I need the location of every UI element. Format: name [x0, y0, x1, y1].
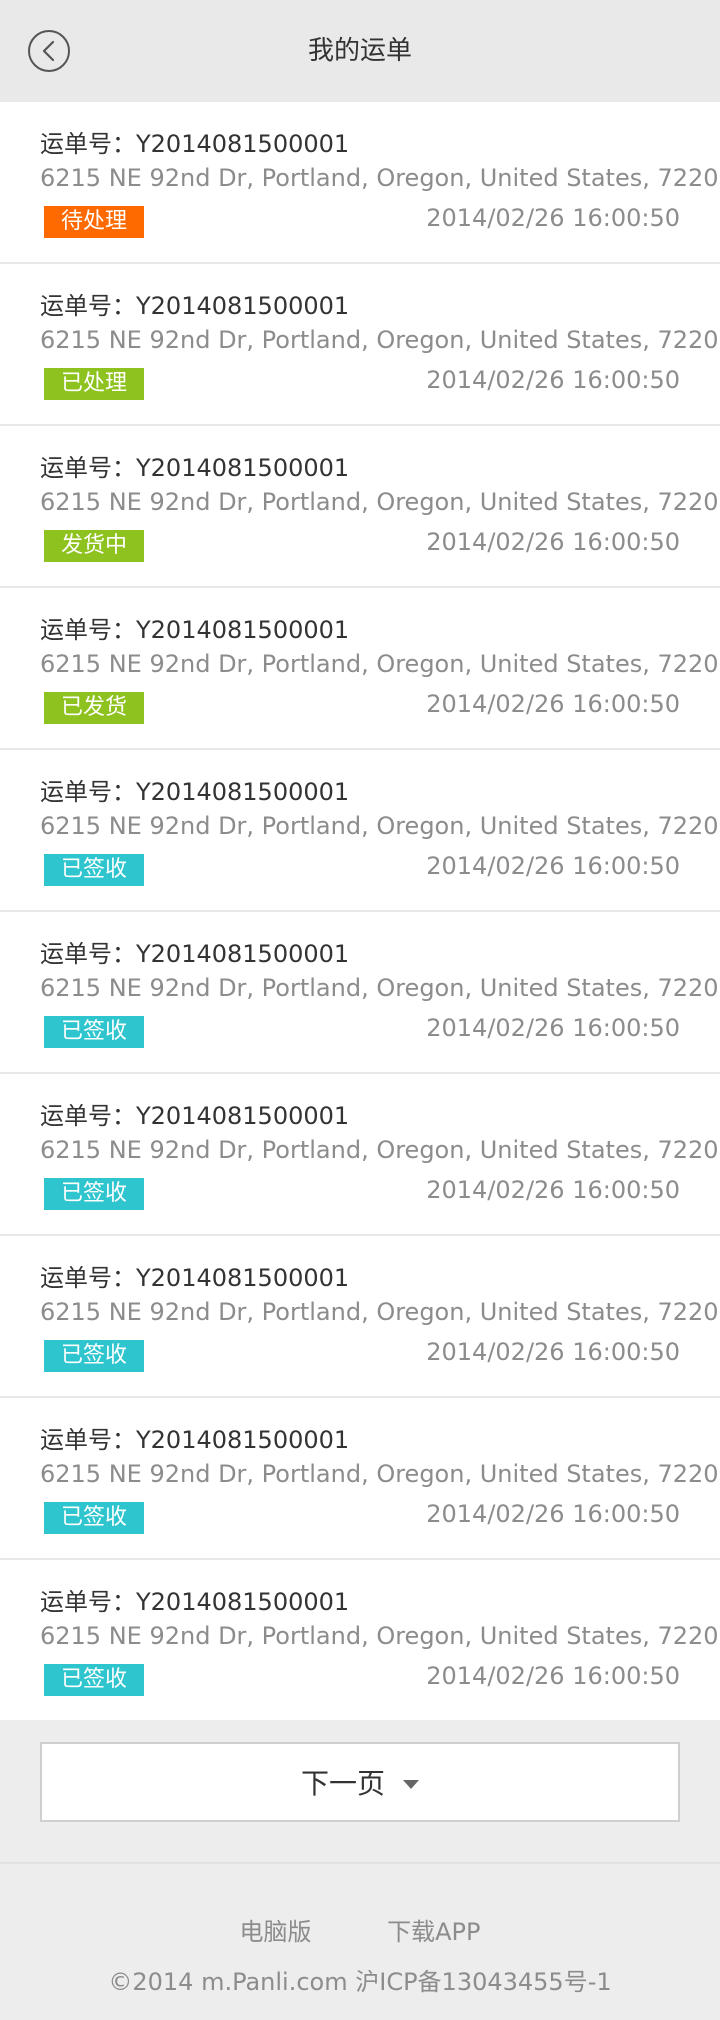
order-number: 运单号：Y2014081500001: [40, 1102, 350, 1130]
order-address: 6215 NE 92nd Dr, Portland, Oregon, Unite…: [40, 812, 719, 840]
status-badge: 已处理: [44, 368, 144, 400]
order-number: 运单号：Y2014081500001: [40, 1588, 350, 1616]
page: 我的运单 运单号：Y2014081500001 6215 NE 92nd Dr,…: [0, 0, 720, 2020]
copyright: ©2014 m.Panli.com 沪ICP备13043455号-1: [108, 1968, 612, 1996]
order-item[interactable]: 运单号：Y2014081500001 6215 NE 92nd Dr, Port…: [0, 102, 720, 264]
order-item[interactable]: 运单号：Y2014081500001 6215 NE 92nd Dr, Port…: [0, 1074, 720, 1236]
footer-divider: [0, 1862, 720, 1864]
order-number: 运单号：Y2014081500001: [40, 778, 350, 806]
order-time: 2014/02/26 16:00:50: [426, 1500, 680, 1528]
order-number: 运单号：Y2014081500001: [40, 292, 350, 320]
order-address: 6215 NE 92nd Dr, Portland, Oregon, Unite…: [40, 488, 719, 516]
order-address: 6215 NE 92nd Dr, Portland, Oregon, Unite…: [40, 1622, 719, 1650]
order-number: 运单号：Y2014081500001: [40, 1426, 350, 1454]
order-address: 6215 NE 92nd Dr, Portland, Oregon, Unite…: [40, 1136, 719, 1164]
page-title: 我的运单: [307, 36, 412, 66]
order-list: 运单号：Y2014081500001 6215 NE 92nd Dr, Port…: [0, 102, 720, 1720]
status-badge: 已签收: [44, 854, 144, 886]
order-time: 2014/02/26 16:00:50: [426, 1662, 680, 1690]
order-address: 6215 NE 92nd Dr, Portland, Oregon, Unite…: [40, 326, 719, 354]
order-time: 2014/02/26 16:00:50: [426, 528, 680, 556]
order-number: 运单号：Y2014081500001: [40, 1264, 350, 1292]
status-badge: 发货中: [44, 530, 144, 562]
order-item[interactable]: 运单号：Y2014081500001 6215 NE 92nd Dr, Port…: [0, 426, 720, 588]
desktop-version-link[interactable]: 电脑版: [239, 1912, 311, 1947]
order-item[interactable]: 运单号：Y2014081500001 6215 NE 92nd Dr, Port…: [0, 750, 720, 912]
order-time: 2014/02/26 16:00:50: [426, 204, 680, 232]
order-item[interactable]: 运单号：Y2014081500001 6215 NE 92nd Dr, Port…: [0, 1560, 720, 1720]
order-address: 6215 NE 92nd Dr, Portland, Oregon, Unite…: [40, 1460, 719, 1488]
caret-down-icon: [403, 1779, 419, 1789]
order-number: 运单号：Y2014081500001: [40, 454, 350, 482]
footer-links: 电脑版 下载APP: [0, 1912, 720, 1947]
status-badge: 已签收: [44, 1340, 144, 1372]
order-time: 2014/02/26 16:00:50: [426, 690, 680, 718]
status-badge: 已签收: [44, 1664, 144, 1696]
order-time: 2014/02/26 16:00:50: [426, 366, 680, 394]
order-time: 2014/02/26 16:00:50: [426, 1014, 680, 1042]
status-badge: 已发货: [44, 692, 144, 724]
order-item[interactable]: 运单号：Y2014081500001 6215 NE 92nd Dr, Port…: [0, 912, 720, 1074]
status-badge: 已签收: [44, 1016, 144, 1048]
next-page-label: 下一页: [300, 1767, 385, 1800]
order-address: 6215 NE 92nd Dr, Portland, Oregon, Unite…: [40, 650, 719, 678]
status-badge: 已签收: [44, 1502, 144, 1534]
order-number: 运单号：Y2014081500001: [40, 940, 350, 968]
header: 我的运单: [0, 0, 720, 102]
order-time: 2014/02/26 16:00:50: [426, 852, 680, 880]
order-address: 6215 NE 92nd Dr, Portland, Oregon, Unite…: [40, 164, 719, 192]
order-address: 6215 NE 92nd Dr, Portland, Oregon, Unite…: [40, 974, 719, 1002]
order-number: 运单号：Y2014081500001: [40, 616, 350, 644]
order-item[interactable]: 运单号：Y2014081500001 6215 NE 92nd Dr, Port…: [0, 1236, 720, 1398]
order-number: 运单号：Y2014081500001: [40, 130, 350, 158]
order-item[interactable]: 运单号：Y2014081500001 6215 NE 92nd Dr, Port…: [0, 264, 720, 426]
status-badge: 待处理: [44, 206, 144, 238]
status-badge: 已签收: [44, 1178, 144, 1210]
order-time: 2014/02/26 16:00:50: [426, 1338, 680, 1366]
order-item[interactable]: 运单号：Y2014081500001 6215 NE 92nd Dr, Port…: [0, 1398, 720, 1560]
order-address: 6215 NE 92nd Dr, Portland, Oregon, Unite…: [40, 1298, 719, 1326]
download-app-link[interactable]: 下载APP: [387, 1912, 480, 1947]
order-time: 2014/02/26 16:00:50: [426, 1176, 680, 1204]
order-item[interactable]: 运单号：Y2014081500001 6215 NE 92nd Dr, Port…: [0, 588, 720, 750]
next-page-button[interactable]: 下一页: [40, 1742, 680, 1822]
pager: 下一页: [0, 1722, 720, 1862]
